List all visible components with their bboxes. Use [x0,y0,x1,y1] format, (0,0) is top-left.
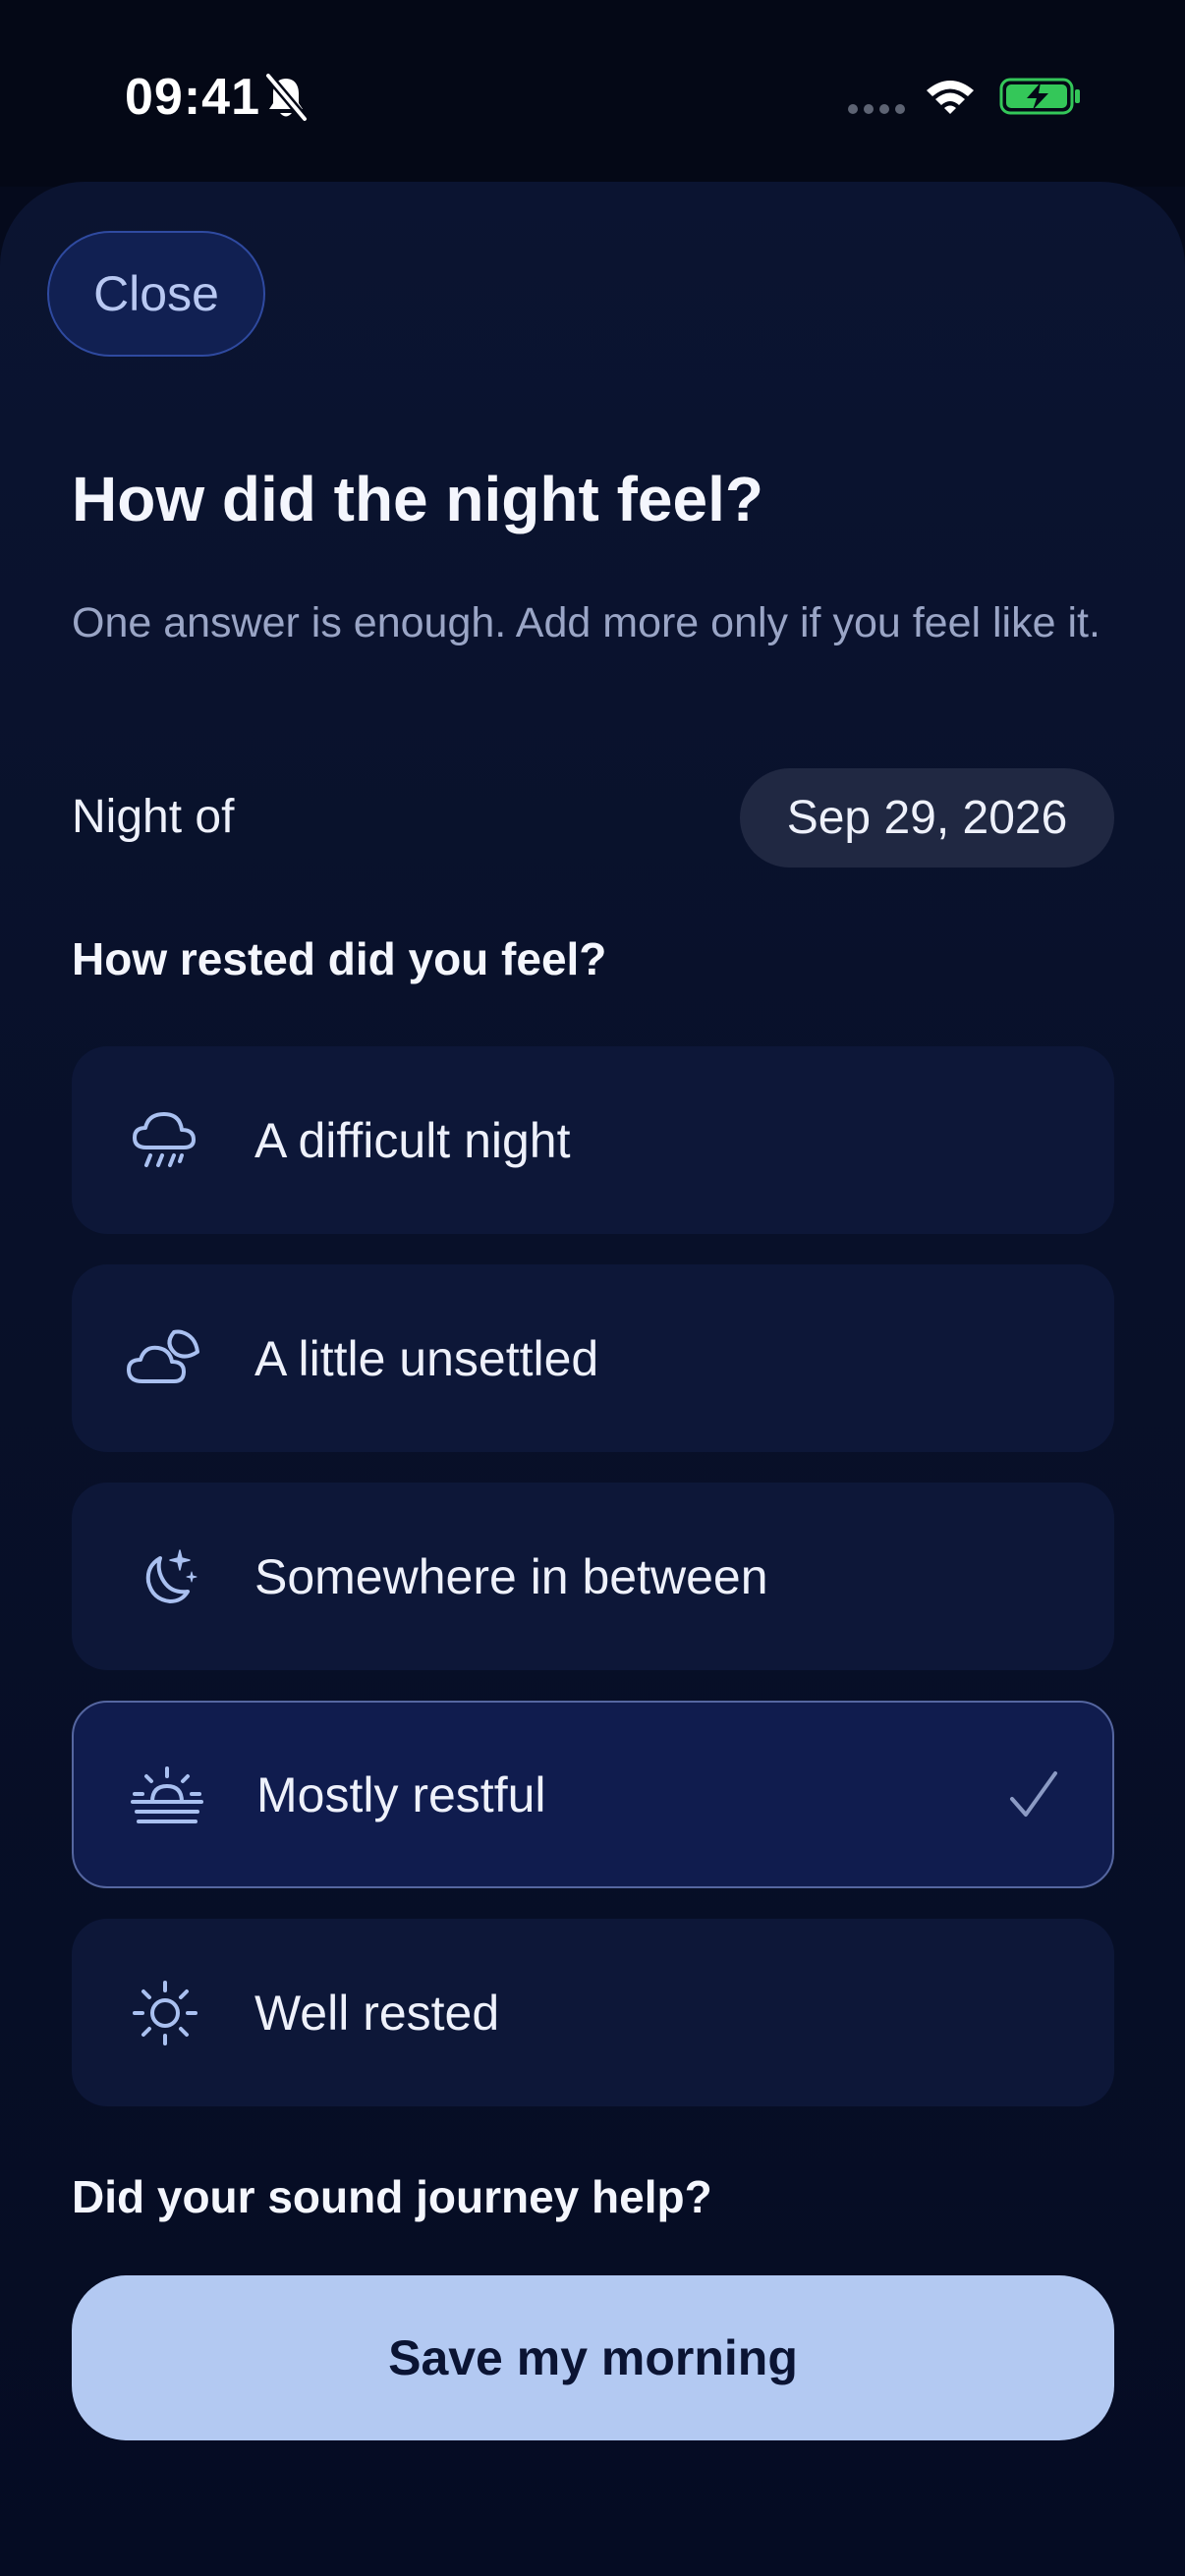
option-label: Somewhere in between [254,1548,768,1604]
status-time: 09:41 [125,69,260,126]
status-bar: 09:41 [0,0,1185,187]
cloud-moon-icon [125,1318,205,1399]
option-mostly-restful[interactable]: Mostly restful [72,1701,1114,1888]
page-subtitle: One answer is enough. Add more only if y… [72,599,1100,646]
close-button[interactable]: Close [47,231,265,357]
rested-heading: How rested did you feel? [72,933,607,984]
option-well-rested[interactable]: Well rested [72,1919,1114,2106]
option-little-unsettled[interactable]: A little unsettled [72,1264,1114,1452]
bell-slash-icon [264,73,309,122]
checkmark-icon [1010,1770,1057,1817]
page-title: How did the night feel? [72,464,763,534]
wifi-icon [927,81,974,114]
option-label: A little unsettled [254,1330,599,1386]
option-somewhere-between[interactable]: Somewhere in between [72,1483,1114,1670]
option-difficult-night[interactable]: A difficult night [72,1046,1114,1234]
option-label: Well rested [254,1985,500,2041]
night-of-label: Night of [72,791,235,843]
rain-cloud-icon [125,1100,205,1181]
battery-charging-icon [999,78,1080,115]
option-label: A difficult night [254,1112,571,1168]
moon-stars-icon [125,1537,205,1617]
option-label: Mostly restful [256,1766,546,1822]
night-date-picker[interactable]: Sep 29, 2026 [740,768,1114,868]
sunrise-icon [127,1755,207,1835]
save-my-morning-button[interactable]: Save my morning [72,2275,1114,2440]
sound-journey-heading: Did your sound journey help? [72,2171,712,2222]
cellular-dots-icon [848,104,905,114]
sun-icon [125,1973,205,2053]
